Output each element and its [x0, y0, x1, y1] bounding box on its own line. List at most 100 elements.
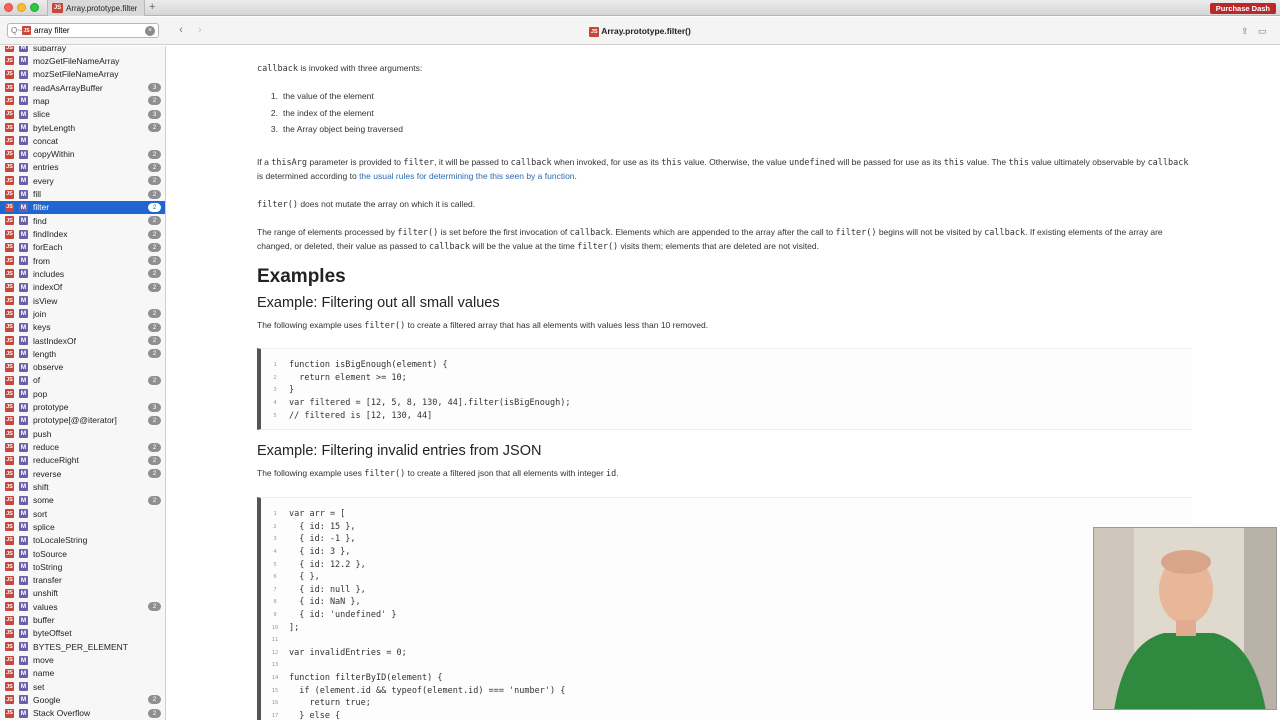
- sidebar-item-foreach[interactable]: JS MforEach 2: [0, 241, 165, 254]
- sidebar-item-set[interactable]: JS Mset: [0, 680, 165, 693]
- sidebar-item-label: pop: [33, 388, 48, 399]
- code-line: 3 { id: -1 },: [261, 533, 1192, 546]
- sidebar-item-label: set: [33, 681, 45, 692]
- sidebar-item-slice[interactable]: JS Mslice 3: [0, 108, 165, 121]
- sidebar-item-google[interactable]: JS M Google 2: [0, 693, 165, 706]
- sidebar-item-pop[interactable]: JS Mpop: [0, 387, 165, 400]
- method-icon: M: [19, 415, 28, 425]
- sidebar-item-length[interactable]: JS Mlength 2: [0, 347, 165, 360]
- sidebar-item-entries[interactable]: JS Mentries 2: [0, 161, 165, 174]
- sidebar-item-transfer[interactable]: JS Mtransfer: [0, 574, 165, 587]
- sidebar-item-move[interactable]: JS Mmove: [0, 653, 165, 666]
- line-number: 2: [273, 523, 277, 530]
- sidebar-item-observe[interactable]: JS Mobserve: [0, 361, 165, 374]
- purchase-dash-button[interactable]: Purchase Dash: [1209, 3, 1276, 14]
- example2-code-block[interactable]: 1 var arr = [2 { id: 15 }, 3 { id: -1 }, 4 …: [257, 497, 1192, 720]
- method-icon: M: [19, 682, 28, 692]
- sidebar-item-reduce[interactable]: JS Mreduce 2: [0, 440, 165, 453]
- sidebar-item-copywithin[interactable]: JS McopyWithin 2: [0, 148, 165, 161]
- example1-code-block[interactable]: 1 function isBigEnough(element) {2 return…: [257, 348, 1192, 430]
- this-rules-link[interactable]: the usual rules for determining the this…: [359, 171, 574, 181]
- list-text: the value of the element: [283, 91, 374, 101]
- sidebar-item-shift[interactable]: JS Mshift: [0, 480, 165, 493]
- share-icon[interactable]: ⇪: [1241, 26, 1249, 37]
- text: is invoked with three arguments:: [297, 63, 423, 73]
- inline-code: id: [606, 469, 617, 479]
- count-badge: 2: [148, 469, 161, 479]
- sidebar-item-isview[interactable]: JS MisView: [0, 294, 165, 307]
- sidebar-item-mozsetfilenamearray[interactable]: JS MmozSetFileNameArray: [0, 68, 165, 81]
- sidebar-item-label: subarray: [33, 46, 67, 53]
- sidebar-item-reduceright[interactable]: JS MreduceRight 2: [0, 454, 165, 467]
- bookmarks-icon[interactable]: ▭: [1258, 26, 1267, 37]
- sidebar-item-byteoffset[interactable]: JS MbyteOffset: [0, 627, 165, 640]
- sidebar-item-bytelength[interactable]: JS MbyteLength 2: [0, 121, 165, 134]
- browser-tab[interactable]: JS Array.prototype.filter: [47, 0, 145, 16]
- sidebar-item-every[interactable]: JS Mevery 2: [0, 174, 165, 187]
- sidebar-item-of[interactable]: JS Mof 2: [0, 374, 165, 387]
- sidebar-item-keys[interactable]: JS Mkeys 2: [0, 321, 165, 334]
- code-text: { id: 'undefined' }: [289, 610, 397, 621]
- method-icon: M: [19, 96, 28, 106]
- sidebar-item-prototype[interactable]: JS Mprototype 3: [0, 400, 165, 413]
- sidebar-item-sort[interactable]: JS Msort: [0, 507, 165, 520]
- sidebar-item-tostring[interactable]: JS MtoString: [0, 560, 165, 573]
- sidebar-item-stack-overflow[interactable]: JS M Stack Overflow 2: [0, 707, 165, 720]
- sidebar-item-prototype-iterator-[interactable]: JS Mprototype[@@iterator] 2: [0, 414, 165, 427]
- sidebar-item-includes[interactable]: JS Mincludes 2: [0, 267, 165, 280]
- sidebar-item-fill[interactable]: JS Mfill 2: [0, 187, 165, 200]
- sidebar-item-buffer[interactable]: JS Mbuffer: [0, 613, 165, 626]
- sidebar-item-label: reduce: [33, 442, 59, 453]
- sidebar-item-map[interactable]: JS Mmap 2: [0, 94, 165, 107]
- sidebar-item-join[interactable]: JS Mjoin 2: [0, 307, 165, 320]
- new-tab-button[interactable]: +: [149, 1, 155, 13]
- inline-code: filter(): [364, 321, 406, 331]
- sidebar-item-mozgetfilenamearray[interactable]: JS MmozGetFileNameArray: [0, 54, 165, 67]
- method-icon: M: [19, 69, 28, 79]
- sidebar-item-label: Stack Overflow: [33, 708, 91, 719]
- javascript-icon: JS: [5, 429, 14, 439]
- sidebar-item-name[interactable]: JS Mname: [0, 667, 165, 680]
- zoom-window-button[interactable]: [30, 3, 39, 12]
- text: The following example uses: [257, 468, 365, 478]
- sidebar-item-reverse[interactable]: JS Mreverse 2: [0, 467, 165, 480]
- text: value. The: [964, 157, 1009, 167]
- sidebar-item-label: length: [33, 348, 57, 359]
- list-number: 3.: [270, 124, 278, 134]
- sidebar-item-find[interactable]: JS Mfind 2: [0, 214, 165, 227]
- sidebar-item-findindex[interactable]: JS MfindIndex 2: [0, 227, 165, 240]
- list-number: 2.: [270, 107, 278, 118]
- sidebar-item-some[interactable]: JS Msome 2: [0, 494, 165, 507]
- sidebar-item-values[interactable]: JS Mvalues 2: [0, 600, 165, 613]
- sidebar-item-concat[interactable]: JS Mconcat: [0, 134, 165, 147]
- close-window-button[interactable]: [4, 3, 13, 12]
- sidebar-item-bytes-per-element[interactable]: JS M BYTES_PER_ELEMENT: [0, 640, 165, 653]
- inline-code: callback: [1147, 158, 1189, 168]
- sidebar-item-subarray[interactable]: JS Msubarray: [0, 46, 165, 54]
- sidebar-item-splice[interactable]: JS Msplice: [0, 520, 165, 533]
- minimize-window-button[interactable]: [17, 3, 26, 12]
- line-number: 10: [271, 624, 279, 631]
- line-number: 13: [271, 662, 279, 669]
- sidebar-item-indexof[interactable]: JS MindexOf 2: [0, 281, 165, 294]
- javascript-icon: JS: [5, 149, 14, 159]
- sidebar-item-push[interactable]: JS Mpush: [0, 427, 165, 440]
- sidebar-item-filter[interactable]: JS Mfilter 2: [0, 200, 165, 215]
- code-line: 13: [261, 659, 1192, 672]
- javascript-icon: JS: [5, 469, 14, 479]
- inline-code: undefined: [789, 158, 836, 168]
- text: to create a filtered array that has all …: [405, 320, 709, 330]
- sidebar-item-readasarraybuffer[interactable]: JS MreadAsArrayBuffer 3: [0, 81, 165, 94]
- javascript-icon: JS: [5, 549, 14, 559]
- sidebar-item-tosource[interactable]: JS MtoSource: [0, 547, 165, 560]
- sidebar-item-tolocalestring[interactable]: JS MtoLocaleString: [0, 534, 165, 547]
- sidebar-item-unshift[interactable]: JS Munshift: [0, 587, 165, 600]
- javascript-icon: JS: [5, 655, 14, 665]
- count-badge: 2: [148, 242, 161, 252]
- count-badge: 3: [148, 109, 161, 119]
- method-icon: M: [19, 189, 28, 199]
- examples-heading: Examples: [257, 266, 346, 287]
- sidebar-item-lastindexof[interactable]: JS MlastIndexOf 2: [0, 334, 165, 347]
- sidebar-item-label: values: [33, 601, 58, 612]
- sidebar-item-from[interactable]: JS Mfrom 2: [0, 254, 165, 267]
